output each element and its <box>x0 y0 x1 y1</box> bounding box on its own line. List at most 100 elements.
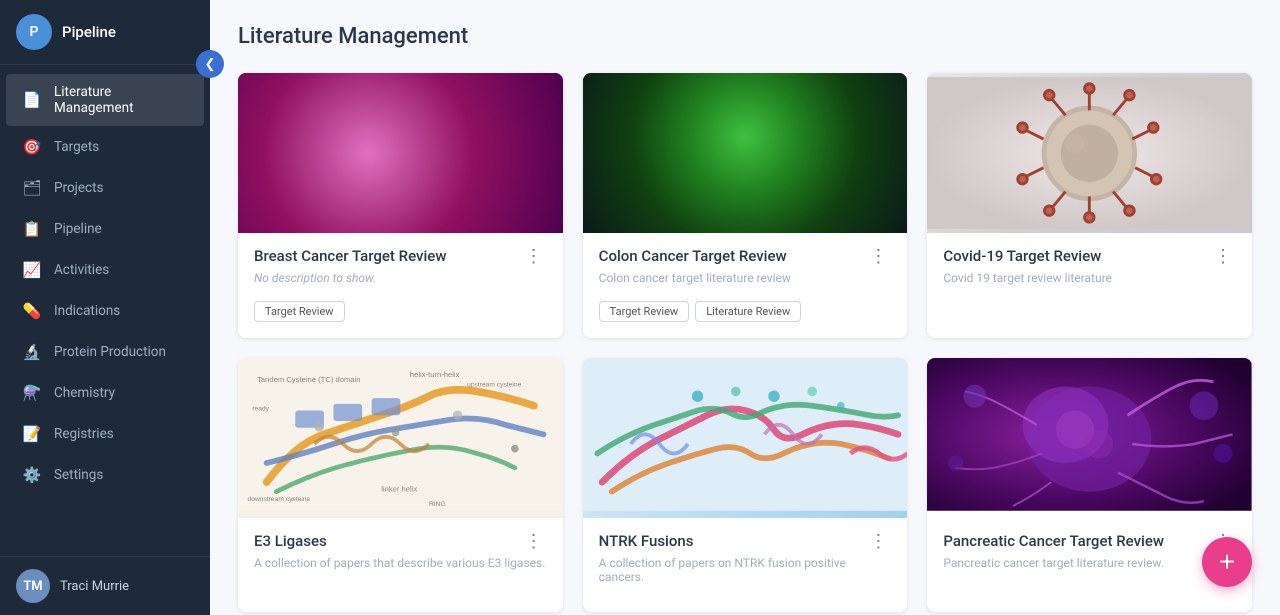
tag: Target Review <box>599 301 690 322</box>
targets-icon: 🎯 <box>22 137 42 157</box>
e3-ligases-illustration: Tandem Cysteine (TC) domain helix-turn-h… <box>238 358 563 511</box>
sidebar-item-label: Registries <box>54 426 114 442</box>
sidebar-item-settings[interactable]: ⚙️ Settings <box>6 455 204 495</box>
card-body: E3 Ligases ⋮ A collection of papers that… <box>238 518 563 602</box>
sidebar-item-label: Pipeline <box>54 221 102 237</box>
sidebar-item-indications[interactable]: 💊 Indications <box>6 291 204 331</box>
sidebar-footer: TM Traci Murrie <box>0 556 210 615</box>
chemistry-icon: ⚗️ <box>22 383 42 403</box>
cards-grid: Breast Cancer Target Review ⋮ No descrip… <box>238 73 1252 612</box>
card-image-ntrk <box>583 358 908 518</box>
breast-cancer-illustration <box>238 73 563 226</box>
sidebar-item-label: Protein Production <box>54 344 166 360</box>
pancreatic-illustration <box>927 358 1252 511</box>
sidebar-item-registries[interactable]: 📝 Registries <box>6 414 204 454</box>
card-covid[interactable]: Covid-19 Target Review ⋮ Covid 19 target… <box>927 73 1252 338</box>
svg-text:Tandem Cysteine (TC) domain: Tandem Cysteine (TC) domain <box>257 375 360 384</box>
card-colon-cancer[interactable]: Colon Cancer Target Review ⋮ Colon cance… <box>583 73 908 338</box>
svg-text:helix-turn-helix: helix-turn-helix <box>410 370 460 379</box>
card-title: Breast Cancer Target Review <box>254 247 521 265</box>
card-header-row: Colon Cancer Target Review ⋮ <box>599 247 892 265</box>
card-e3-ligases[interactable]: Tandem Cysteine (TC) domain helix-turn-h… <box>238 358 563 612</box>
card-title: Pancreatic Cancer Target Review <box>943 532 1210 550</box>
app-name: Pipeline <box>62 23 116 41</box>
card-title: E3 Ligases <box>254 532 521 550</box>
ntrk-illustration <box>583 358 908 511</box>
card-description: No description to show. <box>254 271 547 289</box>
sidebar-item-protein[interactable]: 🔬 Protein Production <box>6 332 204 372</box>
main-content: Literature Management <box>210 0 1280 615</box>
card-menu-button[interactable]: ⋮ <box>521 532 547 550</box>
card-menu-button[interactable]: ⋮ <box>865 247 891 265</box>
card-header-row: Pancreatic Cancer Target Review ⋮ <box>943 532 1236 550</box>
sidebar-collapse-button[interactable]: ❮ <box>196 50 224 78</box>
card-body: Breast Cancer Target Review ⋮ No descrip… <box>238 233 563 338</box>
sidebar-nav: 📄 Literature Management 🎯 Targets 🗂 Proj… <box>0 65 210 556</box>
card-menu-button[interactable]: ⋮ <box>521 247 547 265</box>
svg-text:linker helix: linker helix <box>381 485 417 494</box>
card-image-colon <box>583 73 908 233</box>
sidebar-item-label: Indications <box>54 303 120 319</box>
indications-icon: 💊 <box>22 301 42 321</box>
card-body: NTRK Fusions ⋮ A collection of papers on… <box>583 518 908 612</box>
user-name: Traci Murrie <box>60 579 129 594</box>
card-breast-cancer[interactable]: Breast Cancer Target Review ⋮ No descrip… <box>238 73 563 338</box>
card-image-e3: Tandem Cysteine (TC) domain helix-turn-h… <box>238 358 563 518</box>
sidebar-item-activities[interactable]: 📈 Activities <box>6 250 204 290</box>
covid-illustration <box>927 77 1252 230</box>
tag: Target Review <box>254 301 345 322</box>
card-title: NTRK Fusions <box>599 532 866 550</box>
card-description: Covid 19 target review literature <box>943 271 1236 289</box>
card-ntrk[interactable]: NTRK Fusions ⋮ A collection of papers on… <box>583 358 908 612</box>
card-menu-button[interactable]: ⋮ <box>1210 247 1236 265</box>
card-tags: Target Review <box>254 301 547 322</box>
tag: Literature Review <box>695 301 801 322</box>
card-menu-button[interactable]: ⋮ <box>865 532 891 550</box>
page-title: Literature Management <box>238 24 1252 49</box>
card-title: Colon Cancer Target Review <box>599 247 866 265</box>
card-image-covid <box>927 73 1252 233</box>
card-header-row: Covid-19 Target Review ⋮ <box>943 247 1236 265</box>
pipeline-icon: 📋 <box>22 219 42 239</box>
card-body: Covid-19 Target Review ⋮ Covid 19 target… <box>927 233 1252 317</box>
card-description: A collection of papers on NTRK fusion po… <box>599 556 892 584</box>
svg-text:upstream cysteine: upstream cysteine <box>467 382 521 389</box>
colon-cancer-illustration <box>583 73 908 226</box>
card-pancreatic[interactable]: Pancreatic Cancer Target Review ⋮ Pancre… <box>927 358 1252 612</box>
svg-text:downstream cysteine: downstream cysteine <box>248 496 311 503</box>
sidebar-item-label: Literature Management <box>54 84 188 116</box>
projects-icon: 🗂 <box>22 178 42 198</box>
activities-icon: 📈 <box>22 260 42 280</box>
card-title: Covid-19 Target Review <box>943 247 1210 265</box>
sidebar-item-label: Activities <box>54 262 109 278</box>
sidebar-item-pipeline[interactable]: 📋 Pipeline <box>6 209 204 249</box>
protein-icon: 🔬 <box>22 342 42 362</box>
card-header-row: NTRK Fusions ⋮ <box>599 532 892 550</box>
literature-icon: 📄 <box>22 90 42 110</box>
sidebar-item-label: Chemistry <box>54 385 115 401</box>
card-description: Colon cancer target literature review <box>599 271 892 289</box>
sidebar-item-targets[interactable]: 🎯 Targets <box>6 127 204 167</box>
svg-text:RING: RING <box>429 501 446 508</box>
user-avatar: TM <box>16 569 50 603</box>
card-body: Colon Cancer Target Review ⋮ Colon cance… <box>583 233 908 338</box>
sidebar-item-label: Settings <box>54 467 103 483</box>
sidebar-item-label: Targets <box>54 139 99 155</box>
card-description: Pancreatic cancer target literature revi… <box>943 556 1236 574</box>
card-description: A collection of papers that describe var… <box>254 556 547 574</box>
settings-icon: ⚙️ <box>22 465 42 485</box>
add-fab-button[interactable]: + <box>1202 537 1252 587</box>
registries-icon: 📝 <box>22 424 42 444</box>
card-tags: Target Review Literature Review <box>599 301 892 322</box>
app-avatar: P <box>16 14 52 50</box>
card-image-breast <box>238 73 563 233</box>
sidebar: P Pipeline ❮ 📄 Literature Management 🎯 T… <box>0 0 210 615</box>
sidebar-item-chemistry[interactable]: ⚗️ Chemistry <box>6 373 204 413</box>
card-header-row: E3 Ligases ⋮ <box>254 532 547 550</box>
card-image-pancreatic <box>927 358 1252 518</box>
card-header-row: Breast Cancer Target Review ⋮ <box>254 247 547 265</box>
sidebar-item-projects[interactable]: 🗂 Projects <box>6 168 204 208</box>
sidebar-header: P Pipeline <box>0 0 210 65</box>
sidebar-item-literature[interactable]: 📄 Literature Management <box>6 74 204 126</box>
sidebar-item-label: Projects <box>54 180 104 196</box>
